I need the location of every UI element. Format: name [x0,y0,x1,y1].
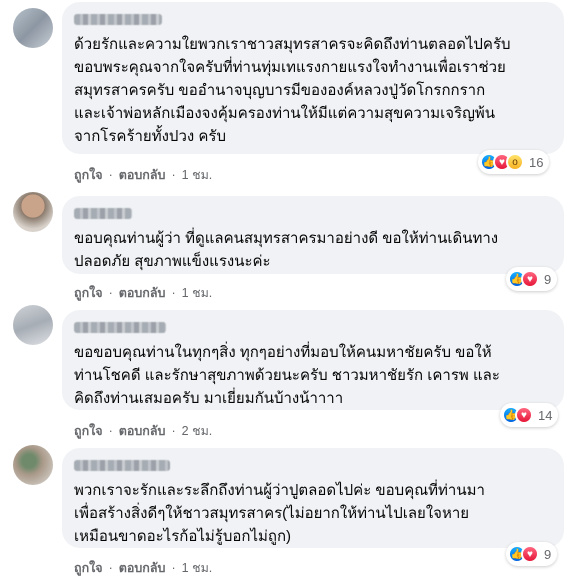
blurred-author-name[interactable] [74,460,170,471]
like-button[interactable]: ถูกใจ [74,283,103,303]
avatar[interactable] [13,445,53,485]
separator-dot: · [171,286,176,300]
avatar[interactable] [13,305,53,345]
reply-button[interactable]: ตอบกลับ [119,283,166,303]
separator-dot: · [171,168,176,182]
comment-text: พวกเราจะรักและระลึกถึงท่านผู้ว่าปูตลอดไป… [74,482,485,545]
timestamp[interactable]: 1 ชม. [182,558,213,578]
separator-dot: · [108,561,113,575]
like-button[interactable]: ถูกใจ [74,421,103,441]
blurred-author-name[interactable] [74,322,166,333]
comment-text: ขอขอบคุณท่านในทุกๆสิ่ง ทุกๆอย่างที่มอบให… [74,344,500,407]
reply-button[interactable]: ตอบกลับ [119,558,166,578]
comment-bubble: พวกเราจะรักและระลึกถึงท่านผู้ว่าปูตลอดไป… [62,448,564,548]
love-icon: ♥ [521,270,539,288]
avatar[interactable] [13,8,53,48]
reactions-summary[interactable]: 👍 ♥ 14 [500,403,559,427]
separator-dot: · [108,424,113,438]
timestamp[interactable]: 2 ชม. [182,421,213,441]
separator-dot: · [171,424,176,438]
reply-button[interactable]: ตอบกลับ [119,165,166,185]
comment-actions: ถูกใจ · ตอบกลับ · 2 ชม. [74,421,212,441]
reply-button[interactable]: ตอบกลับ [119,421,166,441]
blurred-author-name[interactable] [74,208,132,219]
reactions-summary[interactable]: 👍 ♥ 9 [506,542,558,566]
separator-dot: · [108,168,113,182]
love-icon: ♥ [521,545,539,563]
comment-actions: ถูกใจ · ตอบกลับ · 1 ชม. [74,558,212,578]
reaction-count: 9 [544,271,552,287]
comment-actions: ถูกใจ · ตอบกลับ · 1 ชม. [74,165,212,185]
comment-actions: ถูกใจ · ตอบกลับ · 1 ชม. [74,283,212,303]
love-icon: ♥ [515,406,533,424]
comment-bubble: ขอขอบคุณท่านในทุกๆสิ่ง ทุกๆอย่างที่มอบให… [62,310,564,410]
reaction-count: 14 [538,407,553,423]
avatar[interactable] [13,192,53,232]
reactions-summary[interactable]: 👍 ♥ o 16 [478,150,550,174]
comment-text: ด้วยรักและความใยพวกเราชาวสมุทรสาครจะคิดถ… [74,36,511,145]
comment-bubble: ด้วยรักและความใยพวกเราชาวสมุทรสาครจะคิดถ… [62,2,564,154]
separator-dot: · [171,561,176,575]
wow-icon: o [506,153,524,171]
reaction-count: 16 [529,154,544,170]
comment-bubble: ขอบคุณท่านผู้ว่า ที่ดูแลคนสมุทรสาครมาอย่… [62,196,564,274]
timestamp[interactable]: 1 ชม. [182,165,213,185]
like-button[interactable]: ถูกใจ [74,558,103,578]
reaction-count: 9 [544,546,552,562]
blurred-author-name[interactable] [74,14,162,25]
comment-text: ขอบคุณท่านผู้ว่า ที่ดูแลคนสมุทรสาครมาอย่… [74,230,499,270]
reactions-summary[interactable]: 👍 ♥ 9 [506,267,558,291]
like-button[interactable]: ถูกใจ [74,165,103,185]
separator-dot: · [108,286,113,300]
timestamp[interactable]: 1 ชม. [182,283,213,303]
